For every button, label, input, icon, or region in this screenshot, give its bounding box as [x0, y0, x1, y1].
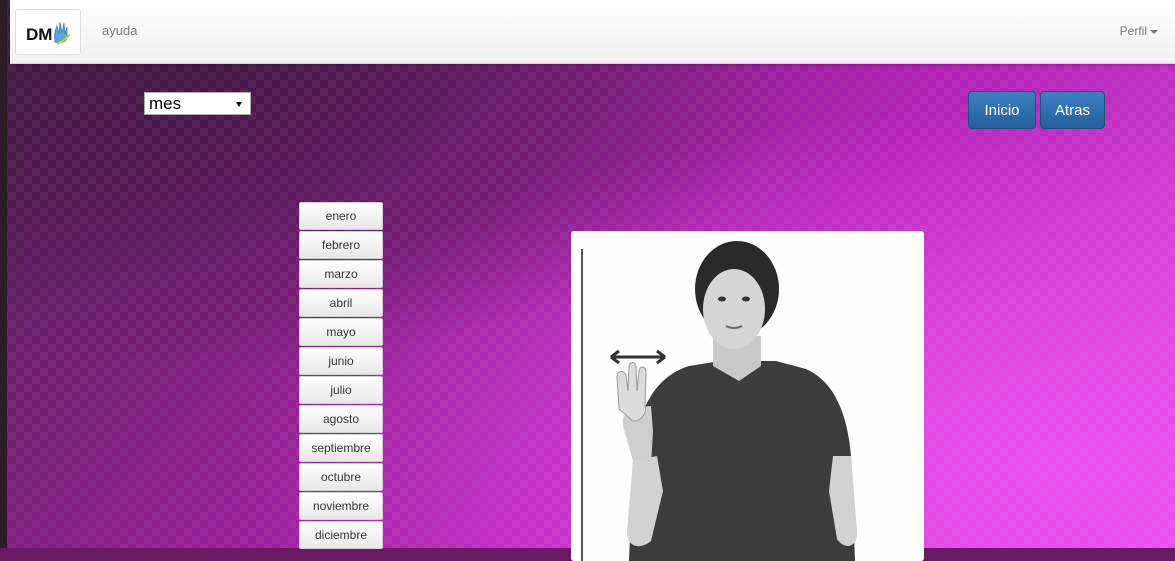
category-select-value: mes: [149, 94, 182, 113]
caret-down-icon: [1150, 29, 1158, 34]
top-navbar: DM ayuda Perfil: [10, 0, 1175, 64]
month-item-julio[interactable]: julio: [299, 376, 383, 404]
left-edge-strip: [0, 0, 7, 548]
month-item-diciembre[interactable]: diciembre: [299, 521, 383, 549]
month-item-septiembre[interactable]: septiembre: [299, 434, 383, 462]
logo[interactable]: DM: [15, 9, 81, 55]
month-item-mayo[interactable]: mayo: [299, 318, 383, 346]
profile-label: Perfil: [1119, 24, 1147, 38]
month-item-marzo[interactable]: marzo: [299, 260, 383, 288]
month-item-octubre[interactable]: octubre: [299, 463, 383, 491]
month-item-enero[interactable]: enero: [299, 202, 383, 230]
category-select[interactable]: mes: [144, 92, 251, 115]
svg-text:DM: DM: [26, 25, 52, 44]
month-item-abril[interactable]: abril: [299, 289, 383, 317]
dm-hand-logo-icon: DM: [26, 21, 71, 45]
sign-image-card: [571, 231, 924, 561]
month-item-febrero[interactable]: febrero: [299, 231, 383, 259]
home-button[interactable]: Inicio: [968, 91, 1036, 129]
profile-menu[interactable]: Perfil: [1120, 24, 1158, 38]
month-item-noviembre[interactable]: noviembre: [299, 492, 383, 520]
month-item-agosto[interactable]: agosto: [299, 405, 383, 433]
help-link[interactable]: ayuda: [102, 23, 137, 38]
month-list: enero febrero marzo abril mayo junio jul…: [299, 202, 383, 550]
back-button[interactable]: Atras: [1040, 91, 1105, 129]
sign-language-illustration: [571, 231, 924, 561]
month-item-junio[interactable]: junio: [299, 347, 383, 375]
dropdown-arrow-icon: [236, 102, 242, 107]
